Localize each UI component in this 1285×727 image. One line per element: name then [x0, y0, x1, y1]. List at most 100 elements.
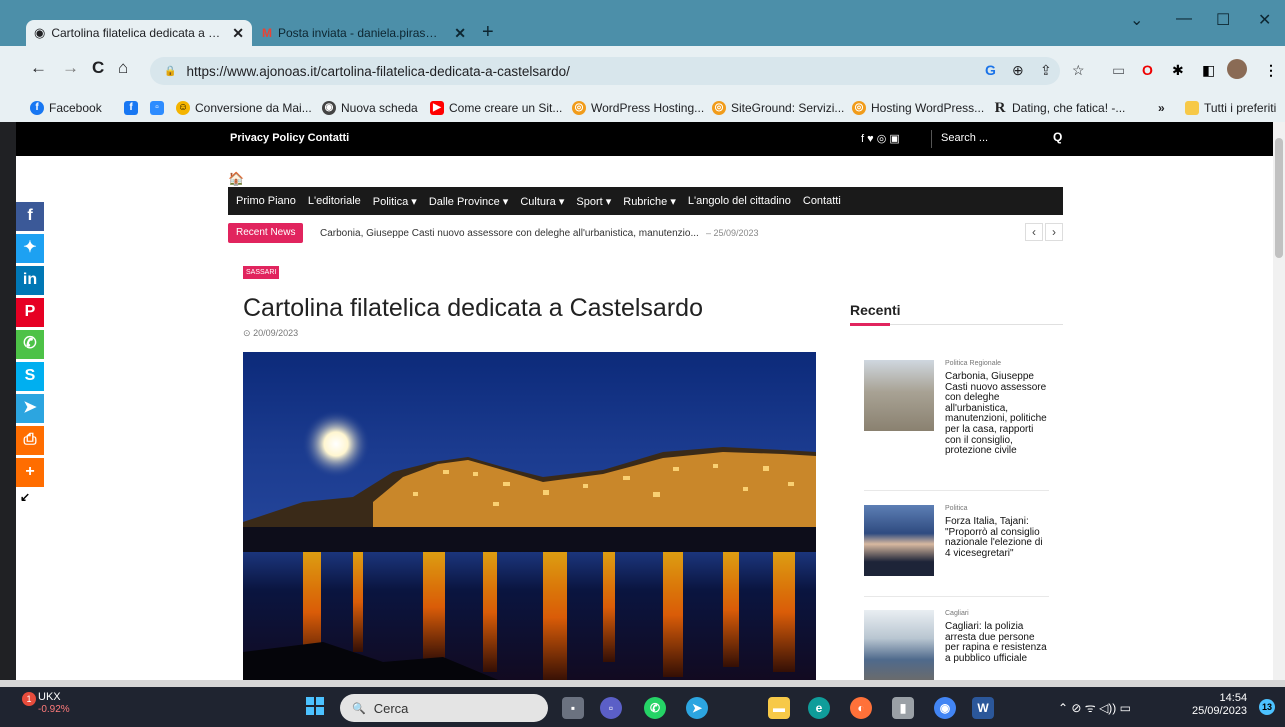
menu-item-contatti[interactable]: Contatti: [803, 195, 841, 207]
post-title[interactable]: Cagliari: la polizia arresta due persone…: [945, 621, 1050, 664]
reload-button[interactable]: C: [92, 58, 104, 78]
bookmark-facebook-page[interactable]: f: [124, 101, 138, 115]
social-icons[interactable]: f ♥ ◎ ▣: [861, 132, 900, 145]
linkedin-share-icon[interactable]: in: [16, 266, 44, 295]
recent-news-headline[interactable]: Carbonia, Giuseppe Casti nuovo assessore…: [320, 228, 699, 239]
url-text[interactable]: https://www.ajonoas.it/cartolina-filatel…: [186, 64, 569, 79]
tab-active[interactable]: ◉ Cartolina filatelica dedicata a Cas ✕: [26, 20, 252, 46]
file-explorer-icon[interactable]: ▬: [768, 697, 790, 719]
cast-icon[interactable]: ▭: [1112, 62, 1125, 79]
close-tab-icon[interactable]: ✕: [454, 25, 466, 42]
menu-item-angolo-cittadino[interactable]: L'angolo del cittadino: [688, 195, 791, 207]
back-button[interactable]: ←: [30, 58, 47, 78]
bookmark-facebook[interactable]: f Facebook: [30, 101, 102, 115]
category-badge[interactable]: SASSARI: [243, 266, 280, 279]
google-translate-icon[interactable]: G: [985, 62, 996, 78]
menu-item-editoriale[interactable]: L'editoriale: [308, 195, 361, 207]
post-category[interactable]: Cagliari: [945, 610, 969, 617]
side-panel-icon[interactable]: ◧: [1202, 62, 1215, 79]
post-thumbnail[interactable]: [864, 360, 934, 431]
usb-drive-icon[interactable]: ▮: [892, 697, 914, 719]
article-hero-image[interactable]: [243, 352, 816, 680]
topbar-links[interactable]: Privacy Policy Contatti: [230, 132, 349, 144]
close-window-button[interactable]: ✕: [1258, 10, 1271, 30]
close-tab-icon[interactable]: ✕: [232, 25, 244, 42]
maximize-button[interactable]: ☐: [1216, 10, 1230, 30]
twitter-share-icon[interactable]: ✦: [16, 234, 44, 263]
home-button[interactable]: ⌂: [118, 58, 128, 78]
bookmark-conversione[interactable]: ☺ Conversione da Mai...: [176, 101, 312, 115]
taskbar-clock[interactable]: 14:54 25/09/2023: [1192, 692, 1247, 718]
browser-titlebar: ◉ Cartolina filatelica dedicata a Cas ✕ …: [0, 0, 1285, 46]
bookmark-nuova-scheda[interactable]: ◉ Nuova scheda: [322, 101, 418, 115]
bookmark-siteground[interactable]: ◎ SiteGround: Servizi...: [712, 101, 844, 115]
menu-item-politica[interactable]: Politica ▾: [373, 195, 417, 208]
facebook-share-icon[interactable]: f: [16, 202, 44, 231]
teams-icon[interactable]: ▫: [600, 697, 622, 719]
article-title: Cartolina filatelica dedicata a Castelsa…: [243, 294, 703, 322]
tab-gmail[interactable]: M Posta inviata - daniela.piras@gm ✕: [254, 20, 474, 46]
scrollbar-thumb[interactable]: [1275, 138, 1283, 258]
stock-widget[interactable]: UKX -0.92%: [38, 691, 70, 716]
task-view-icon[interactable]: ▪: [562, 697, 584, 719]
skype-share-icon[interactable]: S: [16, 362, 44, 391]
telegram-icon[interactable]: ➤: [686, 697, 708, 719]
windows-start-icon[interactable]: [306, 697, 324, 715]
bookmark-dating[interactable]: R Dating, che fatica! -...: [993, 101, 1126, 116]
site-search-input[interactable]: Search ...: [941, 132, 988, 144]
whatsapp-share-icon[interactable]: ✆: [16, 330, 44, 359]
print-icon[interactable]: ⎙: [16, 426, 44, 455]
whatsapp-icon[interactable]: ✆: [644, 697, 666, 719]
more-share-icon[interactable]: +: [16, 458, 44, 487]
collapse-share-icon[interactable]: ↙: [16, 490, 44, 504]
chevron-right-icon[interactable]: ›: [1045, 223, 1063, 241]
bookmark-folder-all[interactable]: Tutti i preferiti: [1185, 101, 1276, 115]
menu-item-rubriche[interactable]: Rubriche ▾: [623, 195, 676, 208]
system-tray-icons[interactable]: ⌃ ⊘ ᯤ ◁)) ▭: [1058, 699, 1131, 716]
menu-item-primo-piano[interactable]: Primo Piano: [236, 195, 296, 207]
stock-badge: 1: [22, 692, 36, 706]
menu-item-cultura[interactable]: Cultura ▾: [520, 195, 564, 208]
menu-item-sport[interactable]: Sport ▾: [576, 195, 611, 208]
menu-kebab-icon[interactable]: ⋮: [1264, 62, 1278, 79]
bookmark-wordpress-hosting[interactable]: ◎ WordPress Hosting...: [572, 101, 704, 115]
facebook-icon: f: [30, 101, 44, 115]
profile-avatar[interactable]: [1227, 59, 1247, 79]
post-category[interactable]: Politica Regionale: [945, 360, 1001, 367]
bookmark-star-icon[interactable]: ☆: [1072, 62, 1085, 79]
ticker-arrows: ‹ ›: [1025, 223, 1063, 241]
background-window-strip: [0, 680, 1285, 687]
address-bar[interactable]: 🔒 https://www.ajonoas.it/cartolina-filat…: [150, 57, 1060, 85]
bookmark-hosting-wordpress[interactable]: ◎ Hosting WordPress...: [852, 101, 984, 115]
search-icon[interactable]: Q: [1053, 130, 1062, 144]
notification-badge[interactable]: 13: [1259, 699, 1275, 715]
post-thumbnail[interactable]: [864, 610, 934, 680]
new-tab-button[interactable]: +: [482, 21, 494, 44]
edge-icon[interactable]: e: [808, 697, 830, 719]
post-title[interactable]: Carbonia, Giuseppe Casti nuovo assessore…: [945, 371, 1050, 457]
menu-item-dalle-province[interactable]: Dalle Province ▾: [429, 195, 509, 208]
extensions-icon[interactable]: ✱: [1172, 62, 1184, 79]
opera-icon[interactable]: O: [1142, 62, 1153, 78]
taskbar-search[interactable]: 🔍 Cerca: [340, 694, 548, 722]
post-title[interactable]: Forza Italia, Tajani: "Proporrò al consi…: [945, 516, 1050, 559]
minimize-button[interactable]: —: [1176, 10, 1192, 28]
home-icon[interactable]: 🏠: [228, 171, 244, 187]
chevron-left-icon[interactable]: ‹: [1025, 223, 1043, 241]
telegram-share-icon[interactable]: ➤: [16, 394, 44, 423]
pinterest-share-icon[interactable]: P: [16, 298, 44, 327]
post-category[interactable]: Politica: [945, 505, 968, 512]
page-scrollbar[interactable]: [1273, 122, 1285, 680]
bookmark-youtube[interactable]: ▶ Come creare un Sit...: [430, 101, 562, 115]
firefox-icon[interactable]: ◐: [850, 697, 872, 719]
chrome-icon[interactable]: ◉: [934, 697, 956, 719]
word-icon[interactable]: W: [972, 697, 994, 719]
share-icon[interactable]: ⇪: [1040, 62, 1052, 79]
zoom-icon[interactable]: ⊕: [1012, 62, 1024, 79]
tab-search-icon[interactable]: ⌄: [1130, 10, 1143, 30]
post-thumbnail[interactable]: [864, 505, 934, 576]
tab-title: Posta inviata - daniela.piras@gm: [278, 26, 449, 40]
forward-button[interactable]: →: [62, 58, 79, 78]
bookmark-zoom[interactable]: ▫: [150, 101, 164, 115]
bookmarks-overflow-button[interactable]: »: [1158, 101, 1165, 115]
